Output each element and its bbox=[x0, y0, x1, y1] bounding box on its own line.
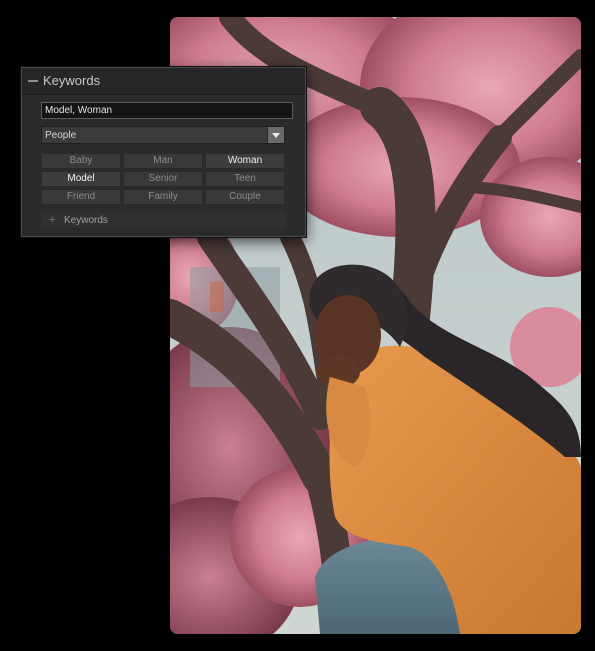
keyword-button-grid: Baby Man Woman Model Senior Teen Friend … bbox=[41, 153, 286, 205]
keyword-input[interactable]: Model, Woman bbox=[41, 102, 293, 119]
keyword-button-man[interactable]: Man bbox=[123, 153, 203, 169]
plus-icon[interactable]: + bbox=[49, 215, 55, 226]
keyword-button-baby[interactable]: Baby bbox=[41, 153, 121, 169]
minus-icon[interactable] bbox=[28, 80, 38, 82]
keywords-subsection-toggle[interactable]: + Keywords bbox=[41, 212, 286, 228]
keyword-set-select[interactable]: People bbox=[41, 126, 285, 144]
keyword-button-couple[interactable]: Couple bbox=[205, 189, 285, 205]
keyword-set-value: People bbox=[45, 130, 77, 141]
keyword-button-model[interactable]: Model bbox=[41, 171, 121, 187]
keyword-button-friend[interactable]: Friend bbox=[41, 189, 121, 205]
keyword-button-teen[interactable]: Teen bbox=[205, 171, 285, 187]
keyword-button-senior[interactable]: Senior bbox=[123, 171, 203, 187]
keywords-panel-header[interactable]: Keywords bbox=[22, 68, 305, 95]
keywords-panel: Keywords Model, Woman People Baby Man Wo… bbox=[21, 67, 306, 237]
keyword-button-woman[interactable]: Woman bbox=[205, 153, 285, 169]
panel-title: Keywords bbox=[43, 73, 101, 88]
subsection-label: Keywords bbox=[64, 215, 108, 226]
keyword-button-family[interactable]: Family bbox=[123, 189, 203, 205]
chevron-down-icon[interactable] bbox=[267, 127, 284, 143]
